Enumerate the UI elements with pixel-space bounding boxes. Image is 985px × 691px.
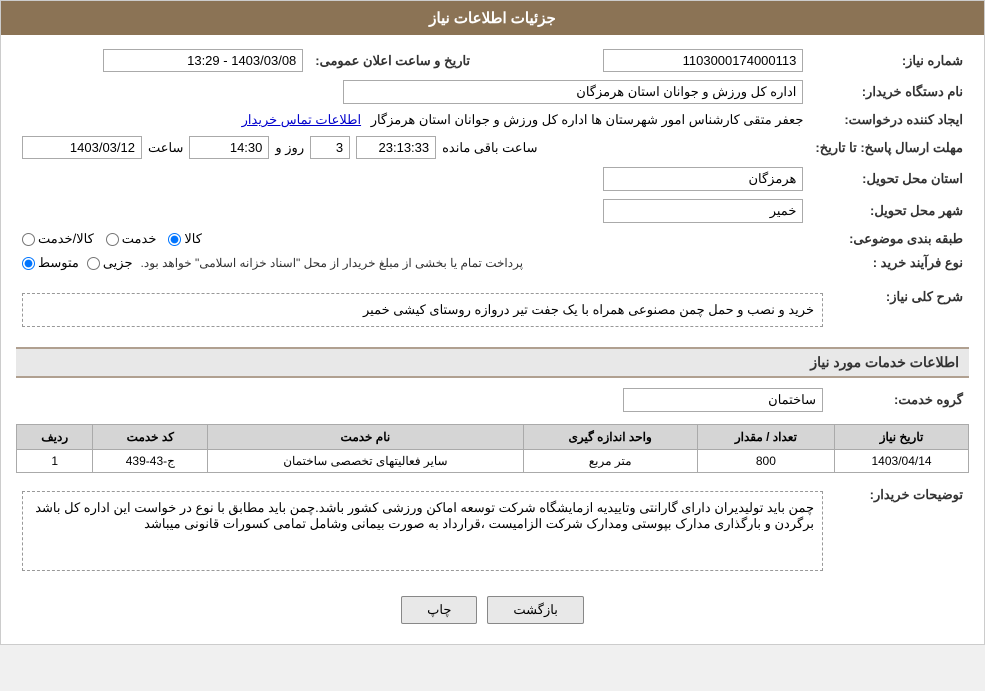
request-number-label: شماره نیاز:: [809, 45, 969, 76]
city-label: شهر محل تحویل:: [809, 195, 969, 227]
category-khedmat-label: خدمت: [122, 231, 157, 247]
buyer-org-label: نام دستگاه خریدار:: [809, 76, 969, 108]
process-note: پرداخت تمام یا بخشی از مبلغ خریدار از مح…: [141, 256, 524, 270]
category-row: طبقه بندی موضوعی: کالا/خدمت خدمت: [16, 227, 969, 251]
requester-label: ایجاد کننده درخواست:: [809, 108, 969, 132]
province-label: استان محل تحویل:: [809, 163, 969, 195]
process-motavaset-radio[interactable]: [22, 257, 35, 270]
city-row: شهر محل تحویل: خمیر: [16, 195, 969, 227]
buyer-org-value: اداره کل ورزش و جوانان استان هرمزگان: [343, 80, 803, 104]
description-value: خرید و نصب و حمل چمن مصنوعی همراه با یک …: [363, 302, 814, 317]
content-area: شماره نیاز: 1103000174000113 تاریخ و ساع…: [1, 35, 984, 644]
process-motavaset-label: متوسط: [38, 255, 79, 271]
announce-value: 1403/03/08 - 13:29: [103, 49, 303, 72]
send-remaining-label: ساعت باقی مانده: [442, 140, 537, 156]
description-table: شرح کلی نیاز: خرید و نصب و حمل چمن مصنوع…: [16, 283, 969, 337]
page-wrapper: جزئیات اطلاعات نیاز شماره نیاز: 11030001…: [0, 0, 985, 645]
col-name: نام خدمت: [208, 425, 523, 450]
cell-quantity: 800: [697, 450, 834, 473]
request-number-row: شماره نیاز: 1103000174000113 تاریخ و ساع…: [16, 45, 969, 76]
page-title: جزئیات اطلاعات نیاز: [429, 10, 556, 27]
col-quantity: تعداد / مقدار: [697, 425, 834, 450]
process-jozee-option: جزیی: [87, 255, 133, 271]
send-date-row: مهلت ارسال پاسخ: تا تاریخ: 1403/03/12 سا…: [16, 132, 969, 163]
page-header: جزئیات اطلاعات نیاز: [1, 1, 984, 35]
print-button[interactable]: چاپ: [401, 596, 477, 624]
send-days-value: 3: [310, 136, 350, 159]
cell-code: ج-43-439: [93, 450, 208, 473]
process-row: نوع فرآیند خرید : متوسط جزیی پرداخت تمام…: [16, 251, 969, 275]
category-khedmat-radio[interactable]: [106, 233, 119, 246]
category-label: طبقه بندی موضوعی:: [809, 227, 969, 251]
category-radio-group: کالا/خدمت خدمت کالا: [22, 231, 803, 247]
category-kala-option: کالا: [168, 231, 202, 247]
category-khedmat-option: خدمت: [106, 231, 157, 247]
send-date-label: مهلت ارسال پاسخ: تا تاریخ:: [809, 132, 969, 163]
contact-link[interactable]: اطلاعات تماس خریدار: [242, 112, 361, 127]
col-unit: واحد اندازه گیری: [523, 425, 697, 450]
cell-name: سایر فعالیتهای تخصصی ساختمان: [208, 450, 523, 473]
category-kala-khedmat-option: کالا/خدمت: [22, 231, 94, 247]
col-code: کد خدمت: [93, 425, 208, 450]
category-kala-khedmat-label: کالا/خدمت: [38, 231, 94, 247]
process-label: نوع فرآیند خرید :: [809, 251, 969, 275]
button-row: بازگشت چاپ: [16, 596, 969, 624]
process-motavaset-option: متوسط: [22, 255, 79, 271]
send-remaining-value: 23:13:33: [356, 136, 436, 159]
buyer-notes-value: چمن باید تولیدیران دارای گارانتی وتاییدی…: [35, 500, 814, 531]
buyer-notes-label: توضیحات خریدار:: [829, 481, 969, 581]
request-number-value: 1103000174000113: [603, 49, 803, 72]
requester-value: جعفر متقی کارشناس امور شهرستان ها اداره …: [371, 112, 804, 127]
province-row: استان محل تحویل: هرمزگان: [16, 163, 969, 195]
send-date-value: 1403/03/12: [22, 136, 142, 159]
service-group-value: ساختمان: [623, 388, 823, 412]
category-kala-radio[interactable]: [168, 233, 181, 246]
description-label: شرح کلی نیاز:: [829, 283, 969, 337]
province-value: هرمزگان: [603, 167, 803, 191]
table-row: 1403/04/14 800 متر مربع سایر فعالیتهای ت…: [17, 450, 969, 473]
city-value: خمیر: [603, 199, 803, 223]
service-group-row: گروه خدمت: ساختمان: [16, 384, 969, 416]
service-group-table: گروه خدمت: ساختمان: [16, 384, 969, 416]
back-button[interactable]: بازگشت: [487, 596, 583, 624]
send-time-label: ساعت: [148, 140, 183, 156]
buyer-notes-row: توضیحات خریدار: چمن باید تولیدیران دارای…: [16, 481, 969, 581]
description-row: شرح کلی نیاز: خرید و نصب و حمل چمن مصنوع…: [16, 283, 969, 337]
cell-row: 1: [17, 450, 93, 473]
col-date: تاریخ نیاز: [835, 425, 969, 450]
services-table: تاریخ نیاز تعداد / مقدار واحد اندازه گیر…: [16, 424, 969, 473]
description-box: خرید و نصب و حمل چمن مصنوعی همراه با یک …: [22, 293, 823, 327]
category-kala-khedmat-radio[interactable]: [22, 233, 35, 246]
category-kala-label: کالا: [184, 231, 202, 247]
buyer-org-row: نام دستگاه خریدار: اداره کل ورزش و جوانا…: [16, 76, 969, 108]
process-jozee-radio[interactable]: [87, 257, 100, 270]
services-table-header: تاریخ نیاز تعداد / مقدار واحد اندازه گیر…: [17, 425, 969, 450]
col-row: ردیف: [17, 425, 93, 450]
buyer-notes-box: چمن باید تولیدیران دارای گارانتی وتاییدی…: [22, 491, 823, 571]
cell-unit: متر مربع: [523, 450, 697, 473]
process-jozee-label: جزیی: [103, 255, 133, 271]
requester-row: ایجاد کننده درخواست: جعفر متقی کارشناس ا…: [16, 108, 969, 132]
announce-label: تاریخ و ساعت اعلان عمومی:: [309, 45, 476, 76]
services-section-title: اطلاعات خدمات مورد نیاز: [16, 347, 969, 378]
buyer-notes-table: توضیحات خریدار: چمن باید تولیدیران دارای…: [16, 481, 969, 581]
send-days-label: روز و: [275, 140, 304, 156]
main-info-table: شماره نیاز: 1103000174000113 تاریخ و ساع…: [16, 45, 969, 275]
send-time-value: 14:30: [189, 136, 269, 159]
cell-date: 1403/04/14: [835, 450, 969, 473]
service-group-label: گروه خدمت:: [829, 384, 969, 416]
